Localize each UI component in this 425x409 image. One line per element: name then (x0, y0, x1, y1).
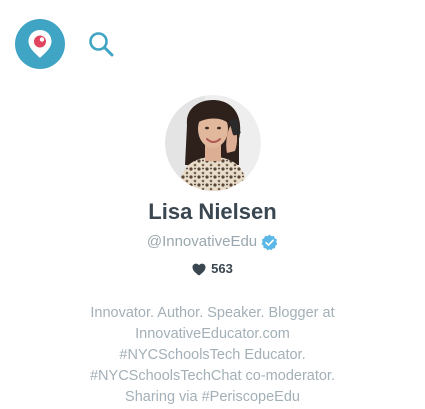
profile-bio: Innovator. Author. Speaker. Blogger at I… (43, 303, 383, 408)
top-bar (15, 19, 115, 69)
heart-icon (192, 263, 206, 275)
bio-line: Innovator. Author. Speaker. Blogger at (90, 305, 335, 321)
bio-line: InnovativeEducator.com (135, 326, 290, 342)
profile-handle[interactable]: @InnovativeEdu (147, 233, 257, 251)
profile-photo (164, 95, 261, 191)
avatar[interactable] (164, 95, 261, 191)
handle-row: @InnovativeEdu (0, 233, 425, 251)
hearts-row: 563 (0, 261, 425, 277)
periscope-logo-button[interactable] (15, 19, 65, 69)
search-button[interactable] (87, 30, 115, 58)
bio-line: #NYCSchoolsTech Educator. (119, 347, 306, 363)
periscope-logo-icon (28, 30, 52, 58)
hearts-count: 563 (211, 261, 233, 276)
verified-badge-icon (261, 234, 278, 250)
search-icon (89, 32, 114, 57)
bio-line: Sharing via #PeriscopeEdu (125, 389, 300, 405)
profile-page: Lisa Nielsen @InnovativeEdu 563 Innovato… (0, 0, 425, 409)
profile-card: Lisa Nielsen @InnovativeEdu 563 Innovato… (0, 95, 425, 408)
bio-line: #NYCSchoolsTechChat co-moderator. (89, 368, 335, 384)
profile-name: Lisa Nielsen (148, 199, 277, 224)
